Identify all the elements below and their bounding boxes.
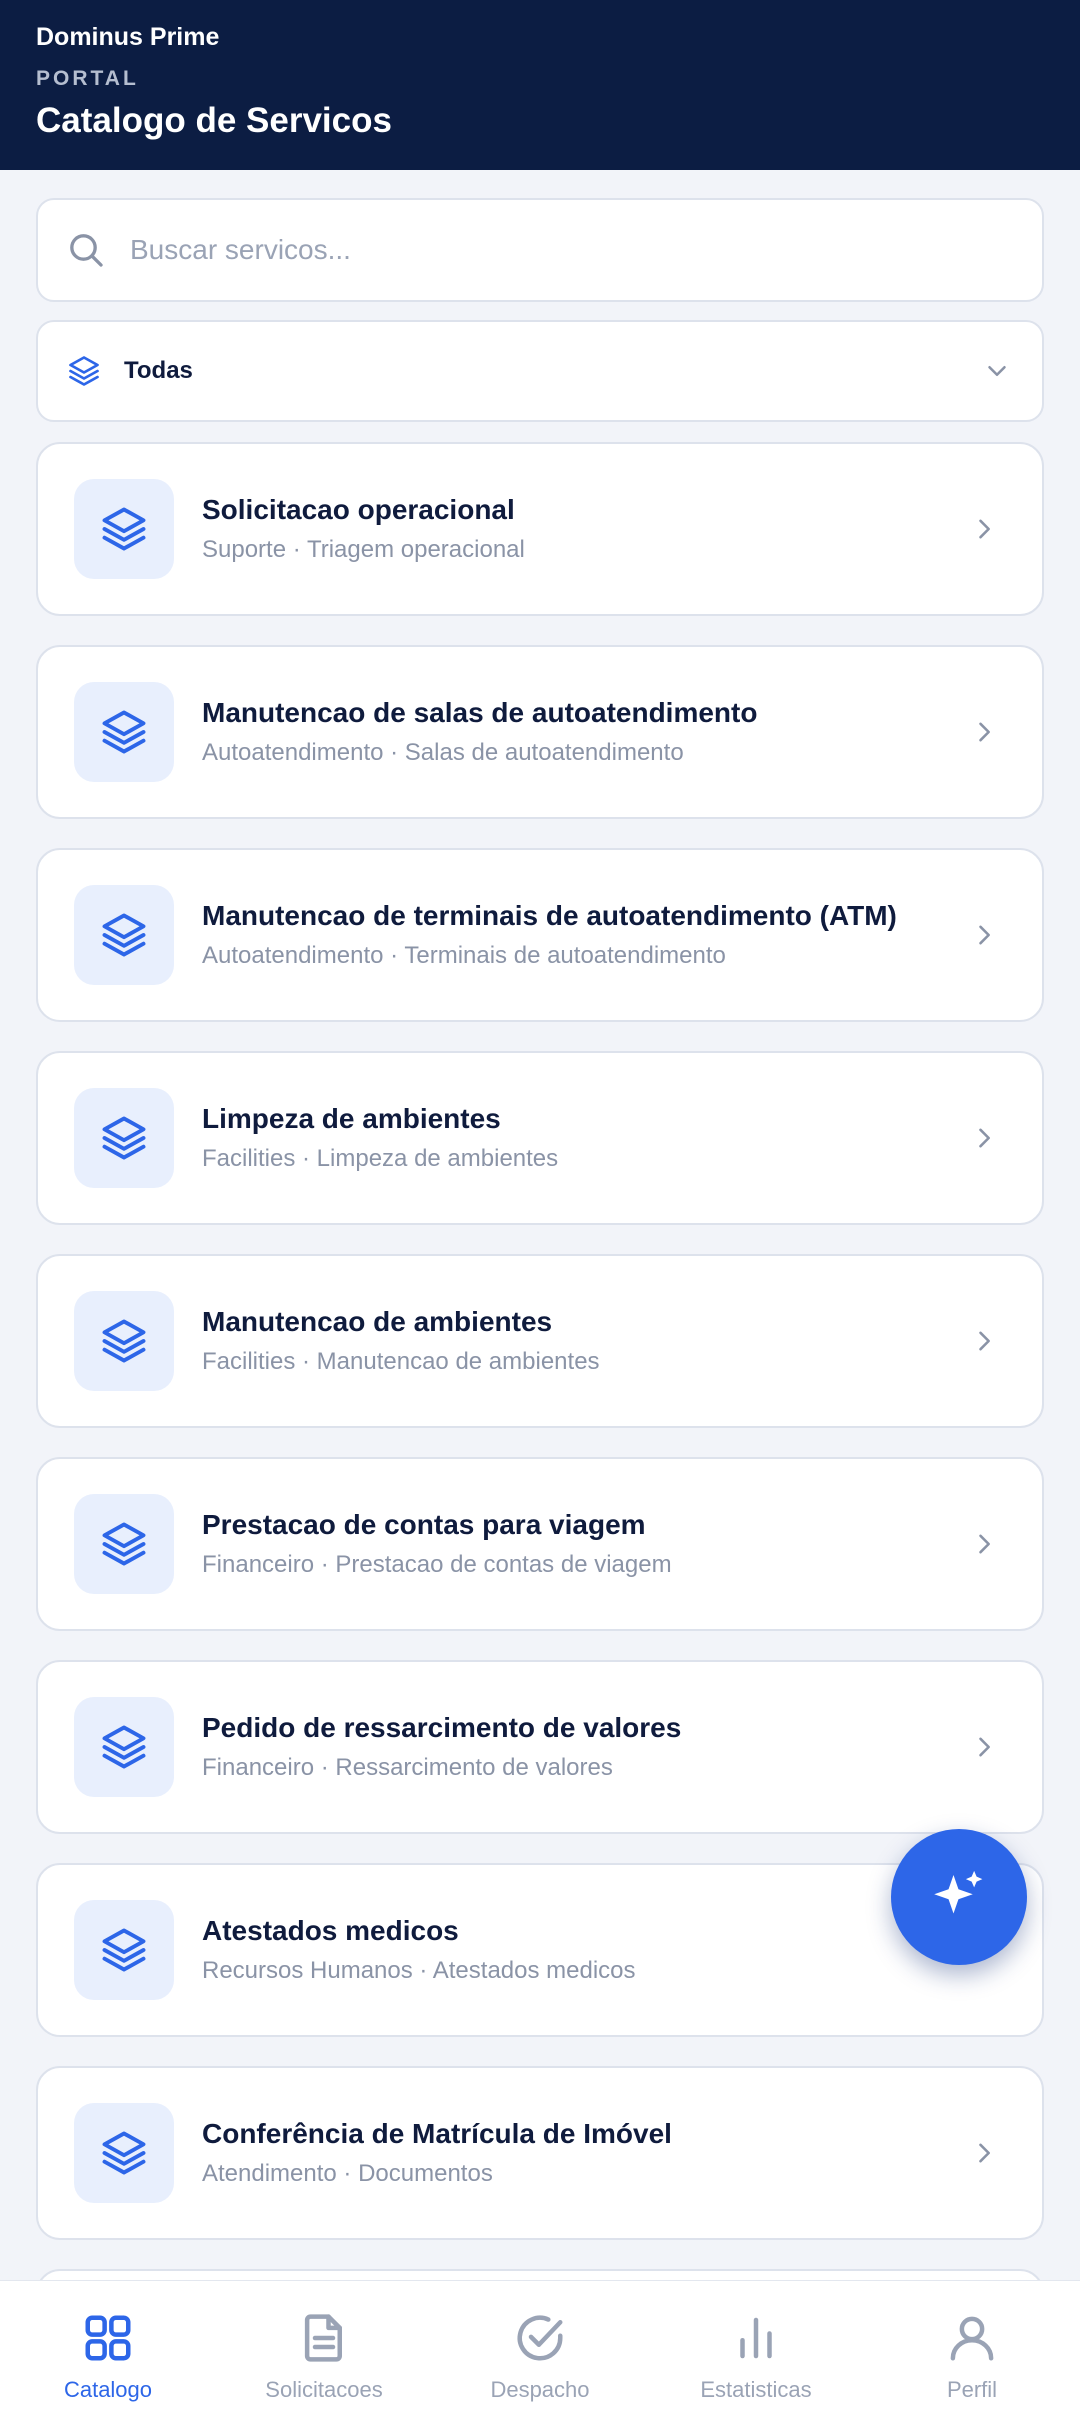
service-name: Solicitacao operacional — [202, 494, 515, 525]
service-icon-tile — [74, 885, 174, 985]
bar-chart-icon — [740, 2317, 772, 2359]
nav-item-despacho[interactable]: Despacho — [432, 2281, 648, 2418]
sparkles-icon — [934, 1870, 983, 1914]
service-icon-tile — [74, 1697, 174, 1797]
service-card[interactable]: Manutencao de ambientes Facilities · Man… — [36, 1254, 1044, 1428]
service-icon-tile — [74, 1088, 174, 1188]
search-input[interactable] — [130, 234, 990, 266]
service-name: Manutencao de salas de autoatendimento — [202, 697, 758, 728]
nav-label: Catalogo — [63, 2377, 153, 2402]
layers-icon — [102, 2131, 146, 2175]
service-subtitle: Facilities · Limpeza de ambientes — [202, 1145, 559, 1172]
service-subtitle: Facilities · Manutencao de ambientes — [202, 1348, 600, 1375]
service-icon-tile — [74, 1494, 174, 1594]
service-subtitle: Financeiro · Ressarcimento de valores — [202, 1754, 613, 1781]
nav-item-estatisticas[interactable]: Estatisticas — [648, 2281, 864, 2418]
layers-icon — [102, 1116, 146, 1160]
user-icon — [950, 2316, 994, 2361]
layers-icon — [102, 1928, 146, 1972]
document-icon — [304, 2314, 342, 2362]
search-box[interactable] — [36, 198, 1044, 302]
search-icon — [70, 234, 103, 267]
layers-icon — [102, 913, 146, 957]
service-card[interactable]: Prestacao de contas para viagem Financei… — [36, 1457, 1044, 1631]
service-card[interactable]: Conferência de Matrícula de Imóvel Atend… — [36, 2066, 1044, 2240]
grid-icon — [85, 2315, 131, 2361]
nav-label: Perfil — [946, 2377, 998, 2402]
chevron-right-icon — [970, 2139, 998, 2167]
chevron-right-icon — [970, 1733, 998, 1761]
page-title: Catalogo de Servicos — [36, 101, 392, 140]
filter-selected-value: Todas — [124, 357, 193, 384]
service-name: Atestados medicos — [202, 1915, 459, 1946]
service-card[interactable]: Limpeza de ambientes Facilities · Limpez… — [36, 1051, 1044, 1225]
ai-assistant-button[interactable] — [891, 1829, 1027, 1965]
section-label: PORTAL — [36, 67, 139, 90]
check-circle-icon — [517, 2315, 563, 2361]
service-card[interactable]: Pedido de ressarcimento de valores Finan… — [36, 1660, 1044, 1834]
service-icon-tile — [74, 1291, 174, 1391]
chevron-right-icon — [970, 1530, 998, 1558]
chevron-right-icon — [970, 1327, 998, 1355]
service-name: Pedido de ressarcimento de valores — [202, 1712, 682, 1743]
nav-item-catalogo[interactable]: Catalogo — [0, 2281, 216, 2418]
layers-icon — [102, 1319, 146, 1363]
service-icon-tile — [74, 479, 174, 579]
org-name: Dominus Prime — [36, 23, 220, 51]
service-subtitle: Autoatendimento · Salas de autoatendimen… — [202, 739, 684, 766]
layers-icon — [102, 1522, 146, 1566]
layers-icon — [102, 507, 146, 551]
service-subtitle: Autoatendimento · Terminais de autoatend… — [202, 942, 726, 969]
app-header: Dominus Prime PORTAL Catalogo de Servico… — [0, 0, 1080, 170]
chevron-right-icon — [970, 1124, 998, 1152]
layers-icon — [66, 353, 102, 389]
service-card[interactable]: Manutencao de salas de autoatendimento A… — [36, 645, 1044, 819]
chevron-right-icon — [970, 515, 998, 543]
nav-label: Solicitacoes — [265, 2377, 383, 2402]
service-icon-tile — [74, 1900, 174, 2000]
service-icon-tile — [74, 2103, 174, 2203]
service-icon-tile — [74, 682, 174, 782]
service-subtitle: Atendimento · Documentos — [202, 2160, 493, 2187]
service-name: Manutencao de ambientes — [202, 1306, 553, 1337]
service-card[interactable]: Manutencao de terminais de autoatendimen… — [36, 848, 1044, 1022]
nav-label: Estatisticas — [700, 2377, 812, 2402]
layers-icon — [102, 710, 146, 754]
chevron-right-icon — [970, 921, 998, 949]
layers-icon — [102, 1725, 146, 1769]
service-name: Prestacao de contas para viagem — [202, 1509, 646, 1540]
service-name: Limpeza de ambientes — [202, 1103, 501, 1134]
service-subtitle: Suporte · Triagem operacional — [202, 536, 525, 563]
service-name: Manutencao de terminais de autoatendimen… — [202, 900, 897, 931]
service-card[interactable]: Solicitacao operacional Suporte · Triage… — [36, 442, 1044, 616]
bottom-navigation: Catalogo Solicitacoes Despacho Estatisti… — [0, 2280, 1080, 2418]
service-name: Conferência de Matrícula de Imóvel — [202, 2118, 672, 2149]
chevron-down-icon — [982, 356, 1012, 386]
nav-item-perfil[interactable]: Perfil — [864, 2281, 1080, 2418]
nav-label: Despacho — [490, 2377, 590, 2402]
service-subtitle: Recursos Humanos · Atestados medicos — [202, 1957, 636, 1984]
chevron-right-icon — [970, 718, 998, 746]
service-subtitle: Financeiro · Prestacao de contas de viag… — [202, 1551, 672, 1578]
nav-item-solicitacoes[interactable]: Solicitacoes — [216, 2281, 432, 2418]
category-filter-dropdown[interactable]: Todas — [36, 320, 1044, 422]
